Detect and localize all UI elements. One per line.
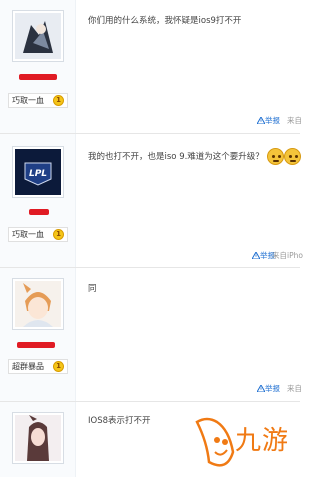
- report-label: 举报: [265, 384, 280, 393]
- warning-icon: [257, 385, 265, 392]
- report-label: 举报: [265, 116, 280, 125]
- report-link[interactable]: 举报: [257, 115, 280, 126]
- user-level-badge: 巧取一血 1: [8, 227, 68, 242]
- avatar[interactable]: [12, 10, 64, 62]
- post-2: LPL 巧取一血 1 我的也打不开，也是iso 9.难道为这个要升级？ 举报 来…: [0, 134, 303, 267]
- post-1: 巧取一血 1 你们用的什么系统，我怀疑是ios9打不开 举报 来自: [0, 0, 302, 133]
- username-redacted[interactable]: [19, 74, 57, 80]
- user-level-badge: 超群暴品 1: [8, 359, 68, 374]
- post-text: 我的也打不开，也是iso 9.难道为这个要升级？: [88, 152, 264, 162]
- avatar[interactable]: [12, 412, 64, 464]
- avatar[interactable]: [12, 278, 64, 330]
- level-name: 超群暴品: [12, 362, 44, 371]
- annoyed-emoji-icon: [266, 148, 284, 165]
- post-content: 同: [88, 284, 97, 294]
- medal-icon: 1: [53, 361, 64, 372]
- medal-icon: 1: [53, 229, 64, 240]
- avatar[interactable]: LPL: [12, 146, 64, 198]
- warning-icon: [252, 252, 260, 259]
- user-level-badge: 巧取一血 1: [8, 93, 68, 108]
- level-name: 巧取一血: [12, 230, 44, 239]
- post-source: 来自: [287, 384, 302, 393]
- post-content: 我的也打不开，也是iso 9.难道为这个要升级？: [88, 148, 301, 165]
- level-name: 巧取一血: [12, 96, 44, 105]
- post-source: 来自: [287, 116, 302, 125]
- username-redacted[interactable]: [17, 342, 55, 348]
- post-source: 来自iPho: [272, 251, 303, 260]
- username-redacted[interactable]: [29, 209, 49, 215]
- report-link[interactable]: 举报: [257, 383, 280, 394]
- post-content: IOS8表示打不开: [88, 416, 151, 426]
- medal-icon: 1: [53, 95, 64, 106]
- annoyed-emoji-icon: [283, 148, 301, 165]
- warning-icon: [257, 117, 265, 124]
- watermark-text: 九游: [235, 426, 290, 456]
- post-content: 你们用的什么系统，我怀疑是ios9打不开: [88, 16, 242, 26]
- avatar-logo-text: LPL: [29, 169, 47, 179]
- post-3: 超群暴品 1 同 举报 来自: [0, 268, 302, 401]
